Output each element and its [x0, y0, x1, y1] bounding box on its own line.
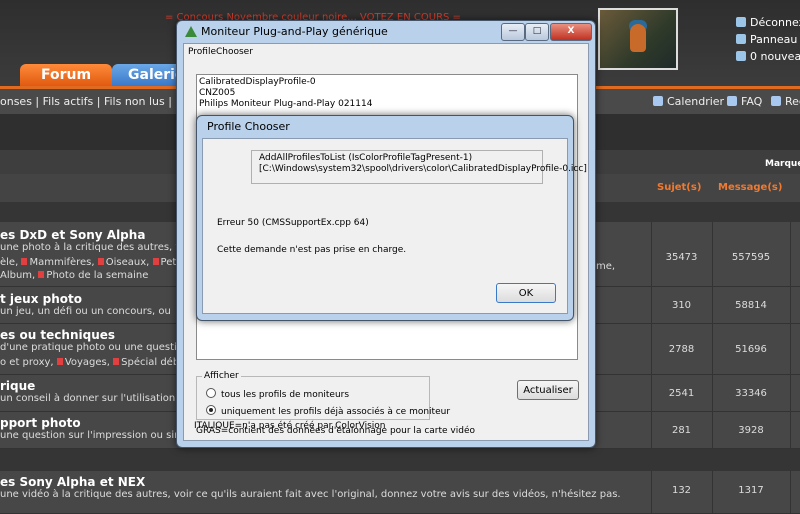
forum-title[interactable]: es Sony Alpha et NEX [0, 475, 145, 489]
subforum-list: o et proxy, Voyages, Spécial déb [0, 357, 180, 368]
forum-desc: d'une pratique photo ou une question [0, 342, 190, 353]
forum-desc: un conseil à donner sur l'utilisation [0, 393, 176, 404]
logout-link[interactable]: Déconnexion [736, 16, 800, 29]
subforum-icon [152, 258, 159, 265]
mark-read-link[interactable]: Marque [765, 159, 800, 169]
search-link[interactable]: Rec [771, 95, 800, 108]
col-header-subjects: Sujet(s) [657, 182, 702, 193]
forum-title[interactable]: rique [0, 379, 35, 393]
close-button[interactable]: X [550, 23, 592, 41]
list-item[interactable]: Philips Moniteur Plug-and-Play 021114 [197, 99, 577, 110]
subforum-icon [97, 258, 104, 265]
messages-count: 58814 [735, 300, 767, 311]
radio-selected-icon [206, 405, 216, 415]
messages-count: 1317 [738, 485, 764, 496]
messages-count: 33346 [735, 388, 767, 399]
faq-link[interactable]: FAQ [727, 95, 762, 108]
forum-row[interactable]: es Sony Alpha et NEX une vidéo à la crit… [0, 471, 800, 514]
faq-icon [727, 96, 737, 106]
subforum-fragment: me, [596, 261, 616, 272]
refresh-button[interactable]: Actualiser [517, 380, 579, 400]
subforum-icon [56, 358, 63, 365]
list-item[interactable]: CNZ005 [197, 88, 577, 99]
radio-all-profiles[interactable]: tous les profils de moniteurs [206, 388, 349, 400]
subforum-icon [113, 358, 120, 365]
forum-title[interactable]: pport photo [0, 416, 81, 430]
subforum-list: èle, Mammifères, Oiseaux, Petit [0, 257, 183, 268]
ok-button[interactable]: OK [496, 283, 556, 303]
radio-associated-profiles[interactable]: uniquement les profils déjà associés à c… [206, 405, 450, 417]
subforum-icon [38, 271, 45, 278]
pnp-title: Moniteur Plug-and-Play générique [201, 25, 388, 38]
subjects-count: 310 [671, 300, 692, 311]
messages-count: 3928 [738, 425, 764, 436]
logout-icon [736, 17, 746, 27]
forum-desc: un jeu, un défi ou un concours, ou [0, 306, 171, 317]
section-band [0, 449, 800, 471]
error-message: Cette demande n'est pas prise en charge. [217, 245, 407, 255]
maximize-button[interactable]: □ [525, 23, 549, 41]
subjects-count: 2541 [668, 388, 695, 399]
new-messages-link[interactable]: 0 nouveau [736, 50, 800, 63]
forum-title[interactable]: es ou techniques [0, 328, 115, 342]
subjects-count: 281 [671, 425, 692, 436]
forum-desc: une photo à la critique des autres, vo [0, 242, 188, 253]
col-header-messages: Message(s) [718, 182, 783, 193]
subjects-count: 2788 [668, 344, 695, 355]
error-code: Erreur 50 (CMSSupportEx.cpp 64) [217, 218, 369, 228]
error-dialog: Profile Chooser AddAllProfilesToList (Is… [196, 115, 587, 321]
calendar-link[interactable]: Calendrier [653, 95, 724, 108]
radio-icon [206, 388, 216, 398]
forum-title[interactable]: t jeux photo [0, 292, 82, 306]
forum-desc: une question sur l'impression ou simpl [0, 430, 193, 441]
tab-forum[interactable]: Forum [20, 64, 112, 86]
colorvision-icon [185, 26, 197, 37]
minimize-button[interactable]: — [501, 23, 525, 41]
subforum-list-2: Album, Photo de la semaine [0, 270, 149, 281]
forum-desc: une vidéo à la critique des autres, voir… [0, 489, 621, 500]
error-title: Profile Chooser [207, 120, 290, 133]
messages-count: 51696 [735, 344, 767, 355]
search-icon [771, 96, 781, 106]
subforum-icon [21, 258, 28, 265]
messages-count: 557595 [731, 252, 771, 263]
tab-profile-chooser[interactable]: ProfileChooser [188, 47, 253, 57]
kingfisher-thumbnail[interactable] [598, 8, 678, 70]
panel-link[interactable]: Panneau de [736, 33, 800, 46]
message-icon [736, 51, 746, 61]
calendar-icon [653, 96, 663, 106]
panel-icon [736, 34, 746, 44]
error-titlebar[interactable]: Profile Chooser [197, 116, 573, 138]
error-detail-line2: [C:\Windows\system32\spool\drivers\color… [259, 164, 587, 174]
forum-title[interactable]: es DxD et Sony Alpha [0, 228, 145, 242]
group-label: Afficher [202, 371, 241, 381]
error-detail-line1: AddAllProfilesToList (IsColorProfileTagP… [259, 153, 473, 163]
subjects-count: 132 [671, 485, 692, 496]
nav-links[interactable]: onses | Fils actifs | Fils non lus | Nou [0, 95, 197, 108]
list-item[interactable]: CalibratedDisplayProfile-0 [197, 75, 577, 88]
italic-legend: ITALIQUE=n'a pas été créé par ColorVisio… [194, 421, 386, 431]
error-client: AddAllProfilesToList (IsColorProfileTagP… [202, 138, 587, 314]
subjects-count: 35473 [665, 252, 698, 263]
